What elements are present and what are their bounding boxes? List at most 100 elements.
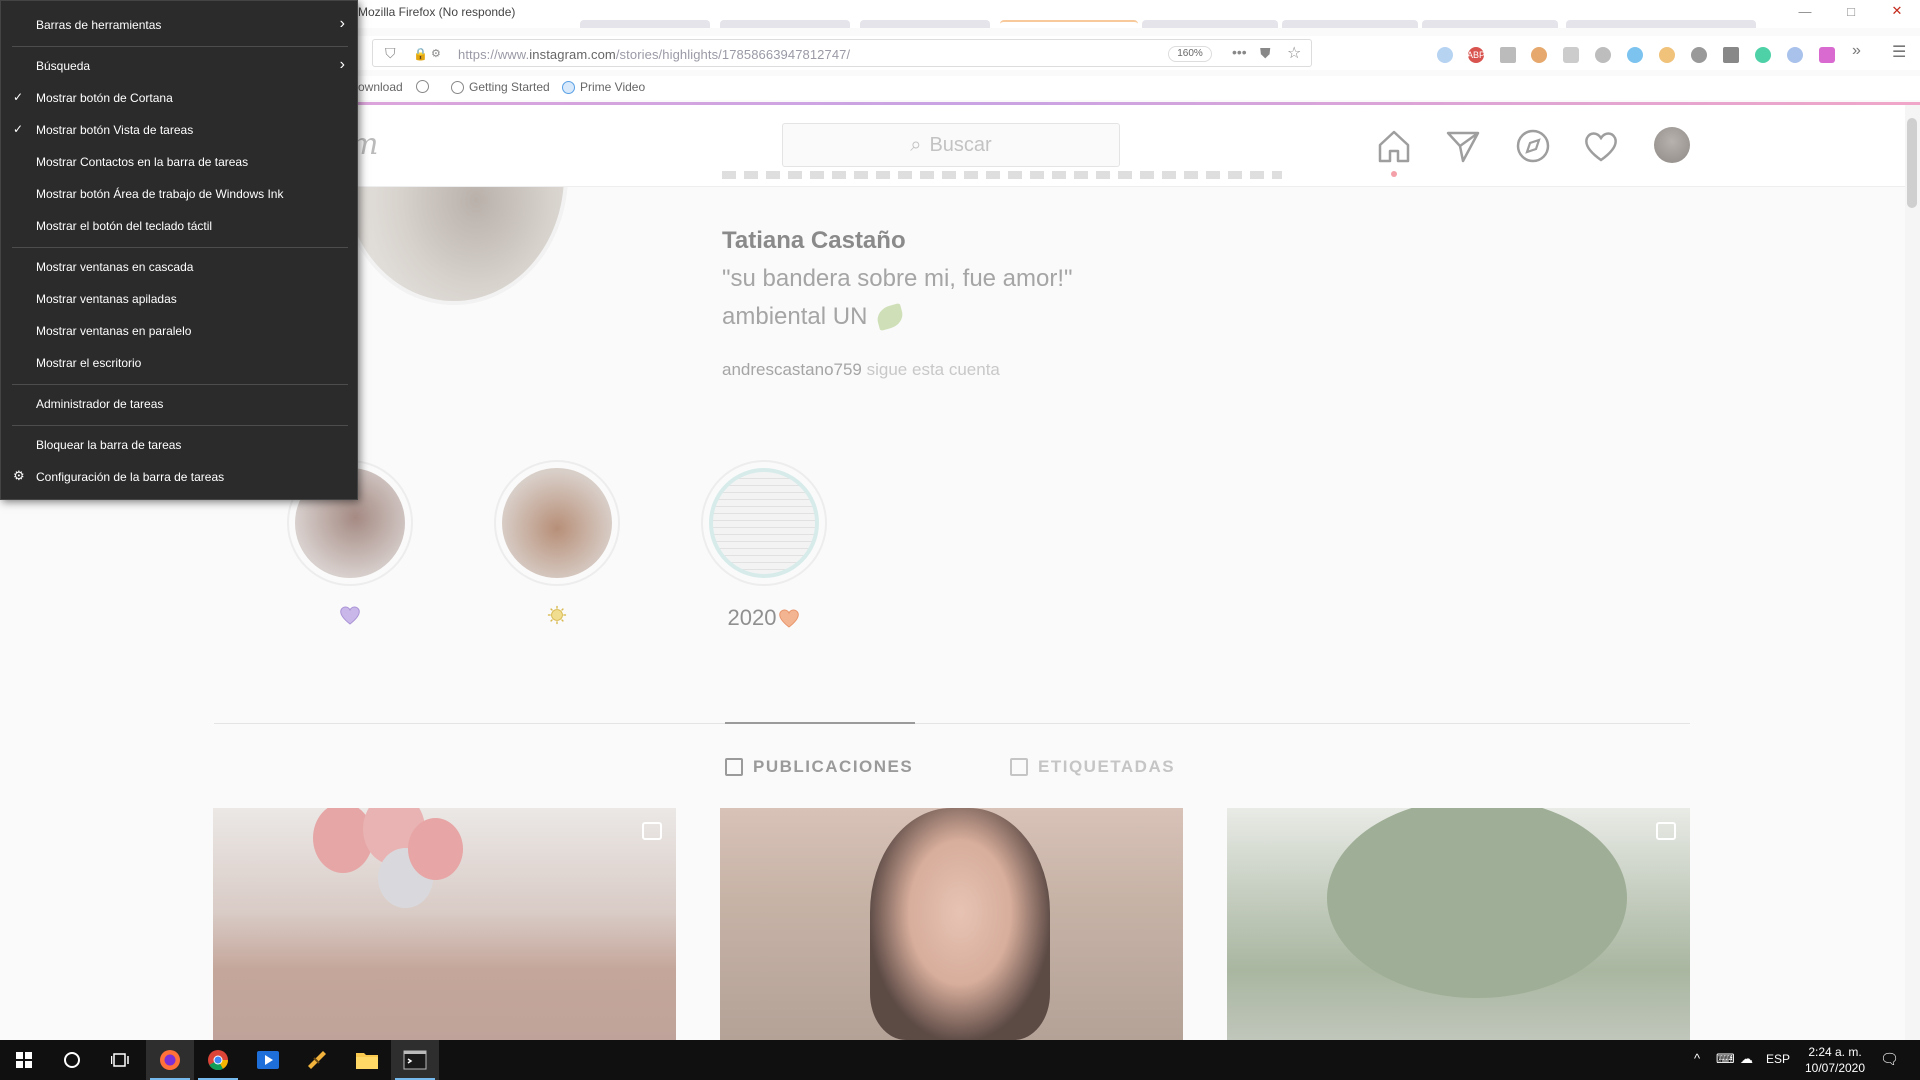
menu-item-task-manager[interactable]: Administrador de tareas xyxy=(1,388,357,420)
shield-icon[interactable]: ⛉ xyxy=(385,45,396,62)
zoom-level[interactable]: 160% xyxy=(1168,46,1212,62)
url-host: instagram.com xyxy=(529,47,616,62)
clock[interactable]: 2:24 a. m. 10/07/2020 xyxy=(1800,1044,1870,1076)
language-indicator[interactable]: ESP xyxy=(1766,1052,1790,1066)
extension-icon[interactable] xyxy=(1723,47,1739,63)
page-scrollbar[interactable] xyxy=(1905,105,1920,1040)
bookmark-item[interactable]: ownload xyxy=(358,80,403,94)
taskbar-media-app[interactable] xyxy=(244,1040,292,1080)
activity-heart-icon[interactable] xyxy=(1582,127,1620,165)
minimize-button[interactable]: — xyxy=(1782,0,1828,22)
cortana-button[interactable] xyxy=(48,1040,96,1080)
messenger-icon[interactable] xyxy=(1627,47,1643,63)
taskbar-firefox[interactable] xyxy=(146,1040,194,1080)
menu-item-touch-keyboard[interactable]: Mostrar el botón del teclado táctil xyxy=(1,210,357,242)
page-actions-icon[interactable]: ••• xyxy=(1232,44,1247,60)
story-highlight[interactable] xyxy=(701,460,827,586)
url-text[interactable]: https://www.instagram.com/stories/highli… xyxy=(458,47,850,62)
notifications-icon[interactable]: 🗨 xyxy=(1880,1050,1899,1068)
leaf-emoji-icon xyxy=(875,303,906,331)
maximize-button[interactable]: □ xyxy=(1828,0,1874,22)
home-icon[interactable] xyxy=(1375,127,1413,165)
menu-item-search[interactable]: Búsqueda › xyxy=(1,50,357,82)
permissions-icon[interactable]: ⚙ xyxy=(431,47,441,60)
menu-item-windows-ink[interactable]: Mostrar botón Área de trabajo de Windows… xyxy=(1,178,357,210)
browser-tab[interactable] xyxy=(580,20,710,28)
taskbar-file-explorer[interactable] xyxy=(343,1040,391,1080)
extension-icon[interactable] xyxy=(1563,47,1579,63)
browser-tab[interactable] xyxy=(1566,20,1756,28)
browser-tab[interactable] xyxy=(1142,20,1278,28)
browser-tab[interactable] xyxy=(1282,20,1418,28)
menu-item-side-by-side[interactable]: Mostrar ventanas en paralelo xyxy=(1,315,357,347)
post-thumbnail[interactable] xyxy=(720,808,1183,1040)
browser-tab[interactable] xyxy=(860,20,990,28)
menu-item-show-contacts[interactable]: Mostrar Contactos en la barra de tareas xyxy=(1,146,357,178)
lock-icon[interactable]: 🔒 xyxy=(413,47,428,61)
network-icon[interactable]: ⌨ xyxy=(1716,1051,1735,1067)
post-thumbnail[interactable] xyxy=(1227,808,1690,1040)
menu-item-label: Bloquear la barra de tareas xyxy=(36,438,182,452)
globe-icon[interactable] xyxy=(416,80,429,93)
firefox-icon xyxy=(160,1050,180,1070)
taskbar-terminal[interactable] xyxy=(391,1040,439,1080)
account-icon[interactable] xyxy=(1691,47,1707,63)
active-tab-indicator xyxy=(725,722,915,724)
hamburger-menu-icon[interactable]: ☰ xyxy=(1892,42,1906,62)
menu-separator xyxy=(12,46,348,47)
bookmark-getting-started[interactable]: Getting Started xyxy=(451,80,550,94)
tab-posts[interactable]: PUBLICACIONES xyxy=(725,757,913,777)
taskbar-chrome[interactable] xyxy=(194,1040,242,1080)
explore-icon[interactable] xyxy=(1514,127,1552,165)
extension-icon[interactable] xyxy=(1437,47,1453,63)
grid-icon xyxy=(725,758,743,776)
menu-item-label: Mostrar ventanas apiladas xyxy=(36,292,177,306)
menu-item-show-task-view[interactable]: ✓ Mostrar botón Vista de tareas xyxy=(1,114,357,146)
browser-tab[interactable] xyxy=(720,20,850,28)
grammarly-icon[interactable] xyxy=(1755,47,1771,63)
browser-tab[interactable] xyxy=(1422,20,1558,28)
taskbar-app[interactable] xyxy=(293,1040,341,1080)
menu-item-toolbars[interactable]: Barras de herramientas › xyxy=(1,9,357,41)
adblock-icon[interactable]: ABP xyxy=(1467,47,1485,63)
follower-username[interactable]: andrescastano759 xyxy=(722,360,862,379)
avatar[interactable] xyxy=(1654,127,1690,163)
menu-item-show-desktop[interactable]: Mostrar el escritorio xyxy=(1,347,357,379)
reader-icon[interactable] xyxy=(1500,47,1516,63)
menu-separator xyxy=(12,384,348,385)
scrollbar-thumb[interactable] xyxy=(1907,118,1917,208)
extension-icon[interactable] xyxy=(1787,47,1803,63)
search-input[interactable]: ⌕ Buscar xyxy=(782,123,1120,167)
highlight-label: 2020 xyxy=(701,605,827,631)
download-icon[interactable] xyxy=(1819,47,1835,63)
profile-bio-line: "su bandera sobre mi, fue amor!" xyxy=(722,265,1073,292)
task-view-button[interactable] xyxy=(96,1040,144,1080)
story-highlight[interactable] xyxy=(494,460,620,586)
extension-icon[interactable] xyxy=(1531,47,1547,63)
extension-icon[interactable] xyxy=(1659,47,1675,63)
bookmark-star-icon[interactable]: ☆ xyxy=(1287,43,1301,63)
direct-message-icon[interactable] xyxy=(1444,127,1482,165)
menu-item-taskbar-settings[interactable]: ⚙ Configuración de la barra de tareas xyxy=(1,461,357,493)
menu-item-stacked[interactable]: Mostrar ventanas apiladas xyxy=(1,283,357,315)
browser-tab-active[interactable] xyxy=(1000,20,1138,28)
extension-icon[interactable] xyxy=(1595,47,1611,63)
close-button[interactable]: ✕ xyxy=(1874,0,1920,22)
chevron-up-icon[interactable]: ^ xyxy=(1694,1051,1700,1066)
start-button[interactable] xyxy=(0,1040,48,1080)
prime-video-icon xyxy=(562,80,575,94)
menu-separator xyxy=(12,247,348,248)
menu-item-show-cortana[interactable]: ✓ Mostrar botón de Cortana xyxy=(1,82,357,114)
menu-item-cascade[interactable]: Mostrar ventanas en cascada xyxy=(1,251,357,283)
menu-item-lock-taskbar[interactable]: Bloquear la barra de tareas xyxy=(1,429,357,461)
pocket-icon[interactable]: ⛊ xyxy=(1260,45,1271,62)
post-thumbnail[interactable] xyxy=(213,808,676,1040)
highlight-label xyxy=(287,605,413,631)
bio-partial-line xyxy=(722,165,1282,179)
bookmark-prime-video[interactable]: Prime Video xyxy=(562,80,645,94)
onedrive-cloud-icon[interactable]: ☁ xyxy=(1740,1051,1753,1067)
url-bar[interactable]: ⛉ 🔒 ⚙ https://www.instagram.com/stories/… xyxy=(372,39,1312,67)
overflow-chevron-icon[interactable]: » xyxy=(1852,42,1861,60)
tab-tagged[interactable]: ETIQUETADAS xyxy=(1010,757,1175,777)
notification-dot xyxy=(1391,171,1397,177)
